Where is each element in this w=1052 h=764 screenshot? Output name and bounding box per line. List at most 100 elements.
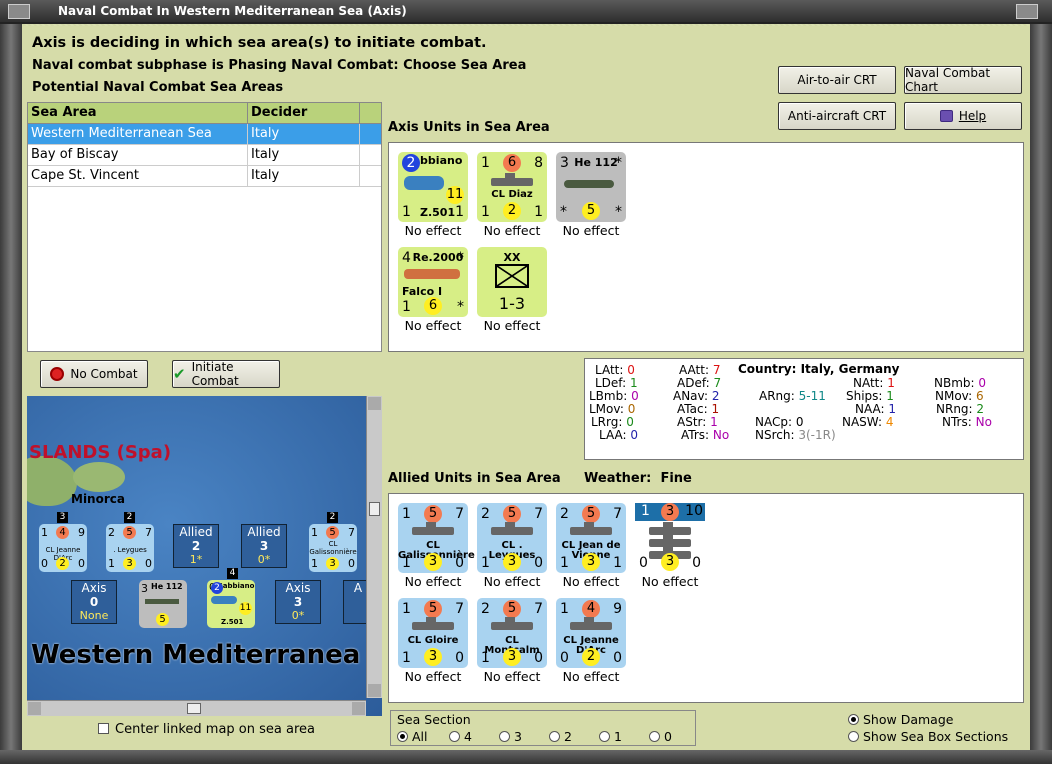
counter-name: CL Gloire [407, 635, 459, 646]
help-button[interactable]: Help [904, 102, 1022, 130]
scroll-left-icon[interactable] [28, 702, 41, 715]
section-option-3[interactable]: 3 [499, 729, 549, 744]
counter-value: 2 [503, 202, 521, 220]
radio-icon[interactable] [848, 714, 859, 725]
allied-sea-box-3[interactable]: Allied 3 0* [241, 524, 287, 568]
counter-value: 3 [661, 503, 679, 521]
window-title: Naval Combat In Western Mediterranean Se… [58, 4, 407, 18]
axis-sea-box-3[interactable]: Axis 3 0* [275, 580, 321, 624]
region-label: SLANDS (Spa) [29, 442, 172, 463]
box-sub: 1* [189, 553, 203, 566]
naval-combat-chart-button[interactable]: Naval Combat Chart [904, 66, 1022, 94]
close-icon[interactable] [1016, 4, 1038, 19]
counter-value: 3 [661, 553, 679, 571]
bottom-border [0, 750, 1052, 764]
col-sea-area[interactable]: Sea Area [28, 103, 248, 123]
option-label: 0 [664, 729, 672, 744]
map-horizontal-scrollbar[interactable] [27, 700, 366, 716]
radio-icon[interactable] [449, 731, 460, 742]
axis-sea-box-0[interactable]: Axis 0 None [71, 580, 117, 624]
seaplane-icon [404, 176, 444, 190]
show-damage-option[interactable]: Show Damage [848, 712, 953, 727]
counter-value: 2 [582, 648, 600, 666]
air-to-air-crt-button[interactable]: Air-to-air CRT [778, 66, 896, 94]
left-border [0, 24, 22, 764]
allied-unit-counter[interactable]: 149CL Jeanne D'Arc020 [556, 598, 626, 668]
sea-section-label: Sea Section [397, 712, 471, 727]
allied-unit-counter[interactable]: 157CL Galissonnière130 [398, 503, 475, 573]
stat-ships: 1 [886, 389, 894, 403]
radio-icon[interactable] [848, 731, 859, 742]
allied-unit-counter[interactable]: 257CL . Leygues130 [477, 503, 547, 573]
stack-count: 2 [327, 512, 338, 523]
map-counter-galissonniere[interactable]: 1 5 7 CL Galissonnière 1 3 0 [309, 524, 357, 572]
counter-value: 1 [641, 503, 650, 519]
checkbox-box[interactable] [98, 723, 109, 734]
no-combat-button[interactable]: No Combat [40, 360, 148, 388]
show-sea-box-option[interactable]: Show Sea Box Sections [848, 729, 1008, 744]
stat-laa: 0 [630, 428, 638, 442]
table-row[interactable]: Cape St. Vincent Italy [28, 166, 381, 187]
unit-counter-re2000[interactable]: 4 Re.2000 * Falco I 1 6 * [398, 247, 468, 317]
scroll-down-icon[interactable] [368, 684, 381, 697]
anti-aircraft-crt-button[interactable]: Anti-aircraft CRT [778, 102, 896, 130]
ship-icon [412, 522, 454, 535]
counter-value: 0 [455, 555, 464, 571]
unit-counter-he112[interactable]: 3 He 112 * * 5 * [556, 152, 626, 222]
scroll-thumb[interactable] [187, 703, 201, 714]
radio-icon[interactable] [599, 731, 610, 742]
map-vertical-scrollbar[interactable] [366, 396, 382, 698]
table-row[interactable]: Bay of Biscay Italy [28, 145, 381, 166]
counter-value: 7 [455, 506, 464, 522]
unit-counter-gabbiano[interactable]: 0 Gabbiano 2 11 1 Z.501 1 [398, 152, 468, 222]
section-option-0[interactable]: 0 [649, 729, 689, 744]
scroll-thumb[interactable] [369, 502, 380, 516]
show-sea-box-label: Show Sea Box Sections [863, 729, 1009, 744]
system-menu-icon[interactable] [8, 4, 30, 19]
section-option-all[interactable]: All [397, 729, 449, 744]
center-map-label: Center linked map on sea area [115, 722, 315, 737]
unit-counter-cl-diaz[interactable]: 1 6 8 CL Diaz 1 2 1 [477, 152, 547, 222]
radio-icon[interactable] [397, 731, 408, 742]
section-option-4[interactable]: 4 [449, 729, 499, 744]
scroll-up-icon[interactable] [368, 397, 381, 410]
counter-model: Z.501 [221, 618, 244, 626]
unit-counter-division[interactable]: XX 1-3 [477, 247, 547, 317]
col-decider[interactable]: Decider [248, 103, 360, 123]
sea-section-options: All 4 3 2 1 0 [397, 729, 689, 744]
map-counter-leygues[interactable]: 2 5 7 . Leygues 1 3 0 [106, 524, 154, 572]
counter-value: 2 [56, 557, 69, 570]
allied-unit-counter[interactable]: 1 3 10 0 3 0 [635, 503, 705, 573]
allied-units-label: Allied Units in Sea Area [388, 471, 561, 486]
box-num: 3 [293, 595, 303, 609]
map-counter-he112[interactable]: 3 He 112 5 [139, 580, 187, 628]
allied-unit-counter[interactable]: 257CL Jean de Vienne131 [556, 503, 626, 573]
counter-value: 9 [78, 526, 85, 539]
center-map-checkbox[interactable]: Center linked map on sea area [98, 722, 315, 737]
counter-value: 2 [481, 506, 490, 522]
counter-value: 1 [402, 601, 411, 617]
section-option-1[interactable]: 1 [599, 729, 649, 744]
radio-icon[interactable] [649, 731, 660, 742]
radio-icon[interactable] [499, 731, 510, 742]
axis-units-label: Axis Units in Sea Area [388, 120, 550, 135]
allied-unit-counter[interactable]: 1 5 7 CL Gloire 1 3 0 [398, 598, 468, 668]
scroll-right-icon[interactable] [352, 702, 365, 715]
section-option-2[interactable]: 2 [549, 729, 599, 744]
counter-value: 0 [692, 555, 701, 571]
counter-value: 1 [613, 555, 622, 571]
map-counter-jeanne[interactable]: 1 4 9 CL Jeanne D'Arc 0 2 0 [39, 524, 87, 572]
table-row[interactable]: Western Mediterranean Sea Italy [28, 124, 381, 145]
counter-value: 5 [424, 505, 442, 523]
counter-value: 0 [78, 557, 85, 570]
initiate-combat-button[interactable]: ✔ Initiate Combat [172, 360, 280, 388]
stat-aatt: 7 [712, 363, 721, 377]
stat-ntrs: No [975, 415, 992, 429]
show-damage-label: Show Damage [863, 712, 954, 727]
map-counter-gabbiano[interactable]: 0 Gabbiano 2 11 Z.501 [207, 580, 255, 628]
seaplane-icon [211, 596, 237, 604]
allied-unit-counter[interactable]: 257CL Montcalm130 [477, 598, 547, 668]
linked-map[interactable]: SLANDS (Spa) Minorca 1 4 9 CL Jeanne D'A… [27, 396, 382, 716]
radio-icon[interactable] [549, 731, 560, 742]
allied-sea-box-2[interactable]: Allied 2 1* [173, 524, 219, 568]
